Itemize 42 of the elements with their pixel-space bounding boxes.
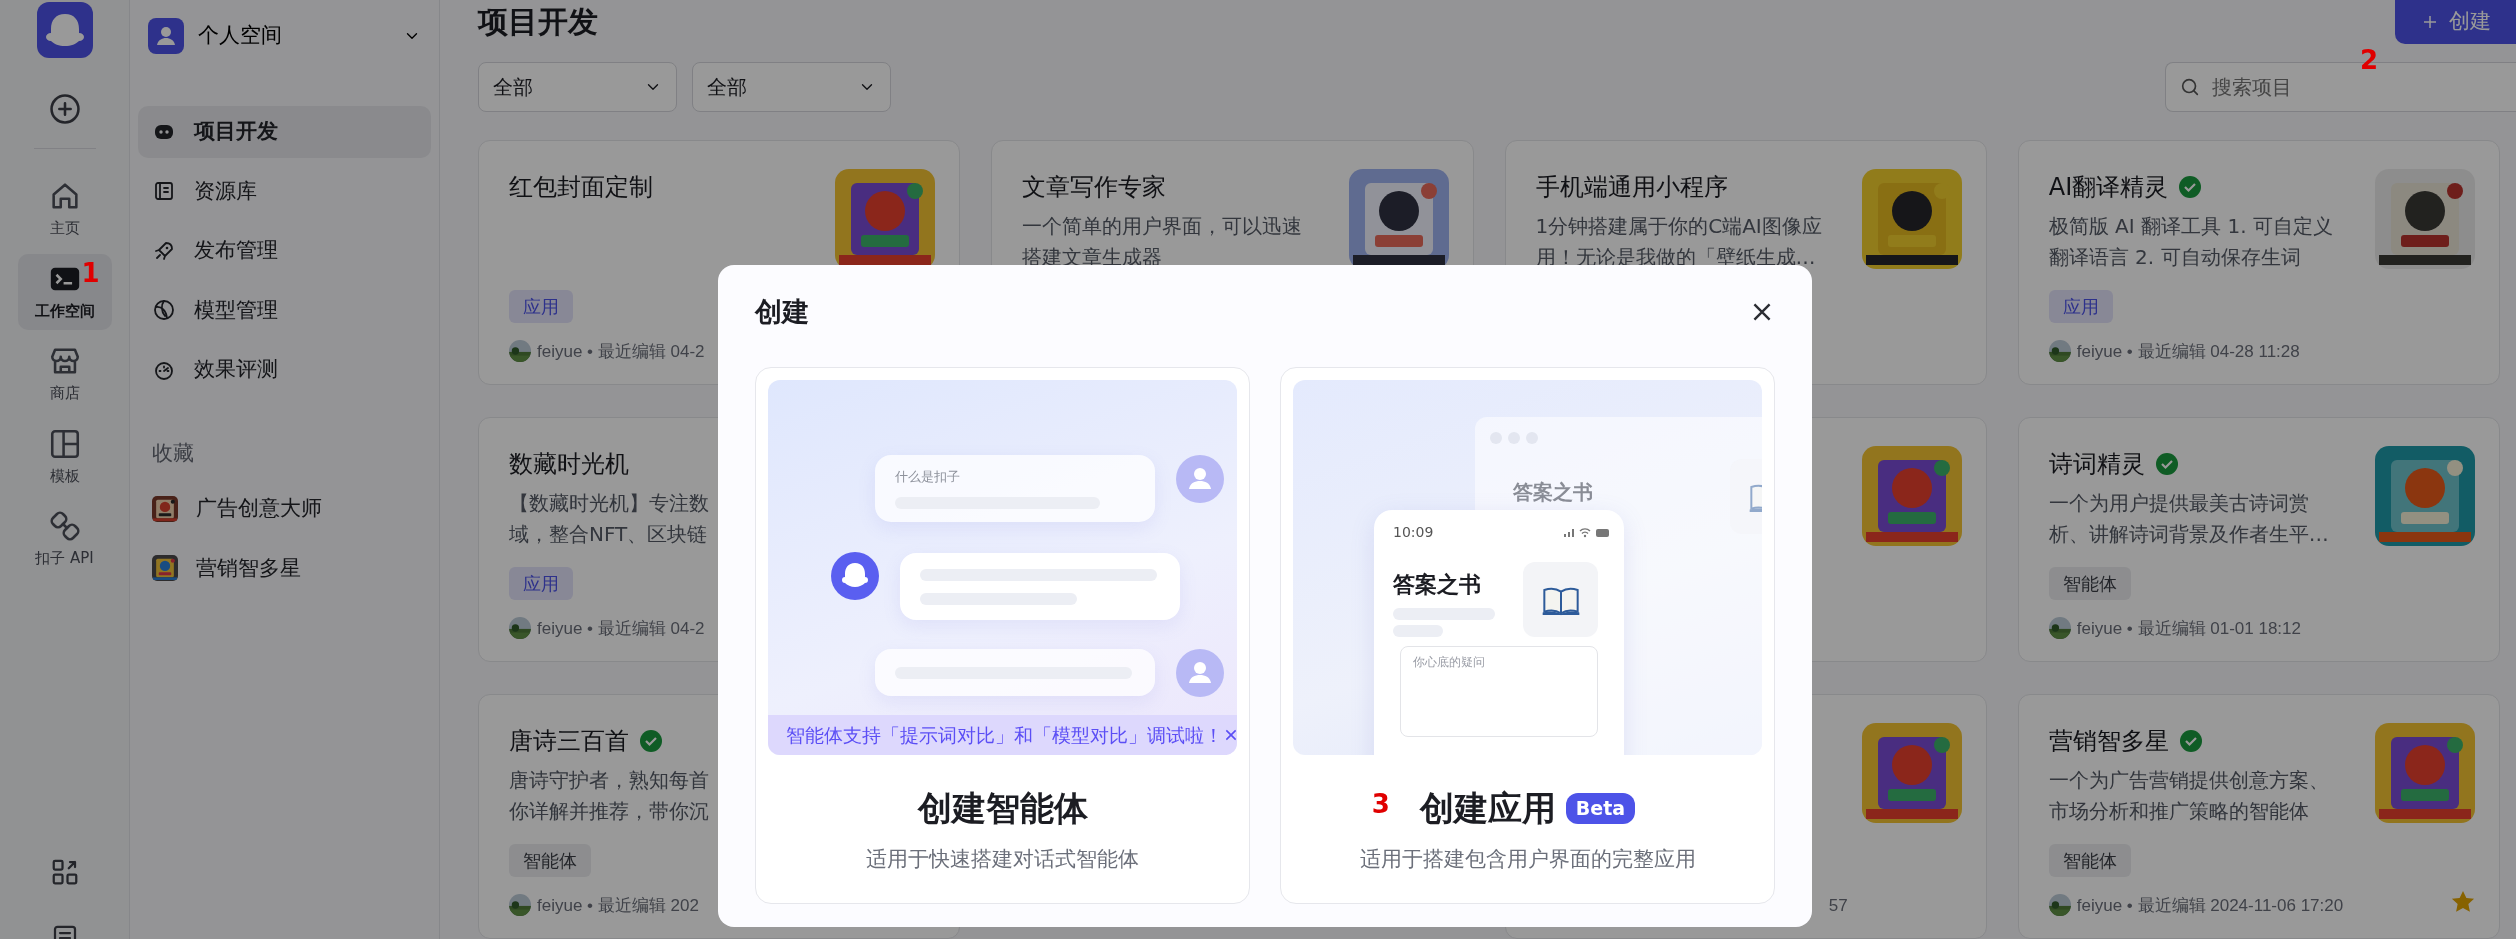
annotation-number: 1 — [81, 259, 100, 286]
card-title: 数藏时光机 — [509, 449, 629, 480]
card-title: 文章写作专家 — [1022, 172, 1167, 203]
type-tag: 应用 — [509, 289, 573, 323]
card-title: 营销智多星 — [2048, 726, 2169, 757]
card-title: 唐诗三百首 — [509, 726, 629, 757]
card-description: 一个为用户提供最美古诗词赏 析、讲解诗词背景及作者生平… — [2048, 490, 2329, 548]
card-meta: feiyue • 最近编辑 202 — [537, 894, 699, 917]
banner-text: 智能体支持「提示词对比」和「模型对比」调试啦！ — [786, 722, 1223, 748]
annotation-number: 3 — [1371, 791, 1390, 817]
type-tag: 智能体 — [509, 843, 591, 877]
card-description: 唐诗守护者，熟知每首 你详解并推荐，带你沉 — [509, 767, 709, 825]
option-title: 创建应用 — [1419, 787, 1556, 830]
phone-time: 10:09 — [1393, 523, 1434, 542]
card-title: 手机端通用小程序 — [1535, 172, 1728, 203]
type-tag: 智能体 — [2048, 843, 2131, 877]
card-meta: feiyue • 最近编辑 01-01 18:12 — [2076, 617, 2301, 640]
option-description: 适用于快速搭建对话式智能体 — [866, 846, 1139, 873]
card-description: 极简版 AI 翻译工具 1. 可自定义 翻译语言 2. 可自动保存生词 — [2048, 213, 2333, 271]
question-field: 你心底的疑问 — [1400, 646, 1598, 737]
type-tag: 智能体 — [2048, 566, 2131, 600]
card-meta: 57 — [1828, 894, 1848, 917]
card-title: AI翻译精灵 — [2048, 172, 2169, 203]
app-title: 答案之书 — [1393, 571, 1481, 599]
section-title: 收藏 — [151, 439, 195, 467]
card-description: 【数藏时光机】专注数 域，整合NFT、区块链 — [509, 490, 709, 548]
beta-badge: Beta — [1565, 793, 1636, 824]
card-description: 一个为广告营销提供创意方案、 市场分析和推广策略的智能体 — [2048, 767, 2329, 825]
option-title: 创建智能体 — [917, 787, 1088, 830]
window-title: 答案之书 — [1513, 479, 1593, 506]
card-meta: feiyue • 最近编辑 04-28 11:28 — [2076, 340, 2300, 363]
card-title: 红包封面定制 — [509, 172, 653, 203]
page-title: 项目开发 — [478, 4, 598, 40]
bubble-text: 什么是扣子 — [895, 468, 960, 486]
card-meta: feiyue • 最近编辑 04-2 — [537, 340, 705, 363]
card-title: 诗词精灵 — [2048, 449, 2145, 480]
type-tag: 应用 — [2048, 289, 2113, 323]
option-description: 适用于搭建包含用户界面的完整应用 — [1359, 846, 1696, 873]
card-meta: feiyue • 最近编辑 2024-11-06 17:20 — [2076, 894, 2344, 917]
card-meta: feiyue • 最近编辑 04-2 — [537, 617, 705, 640]
type-tag: 应用 — [509, 566, 573, 600]
dialog-title: 创建 — [755, 294, 809, 329]
